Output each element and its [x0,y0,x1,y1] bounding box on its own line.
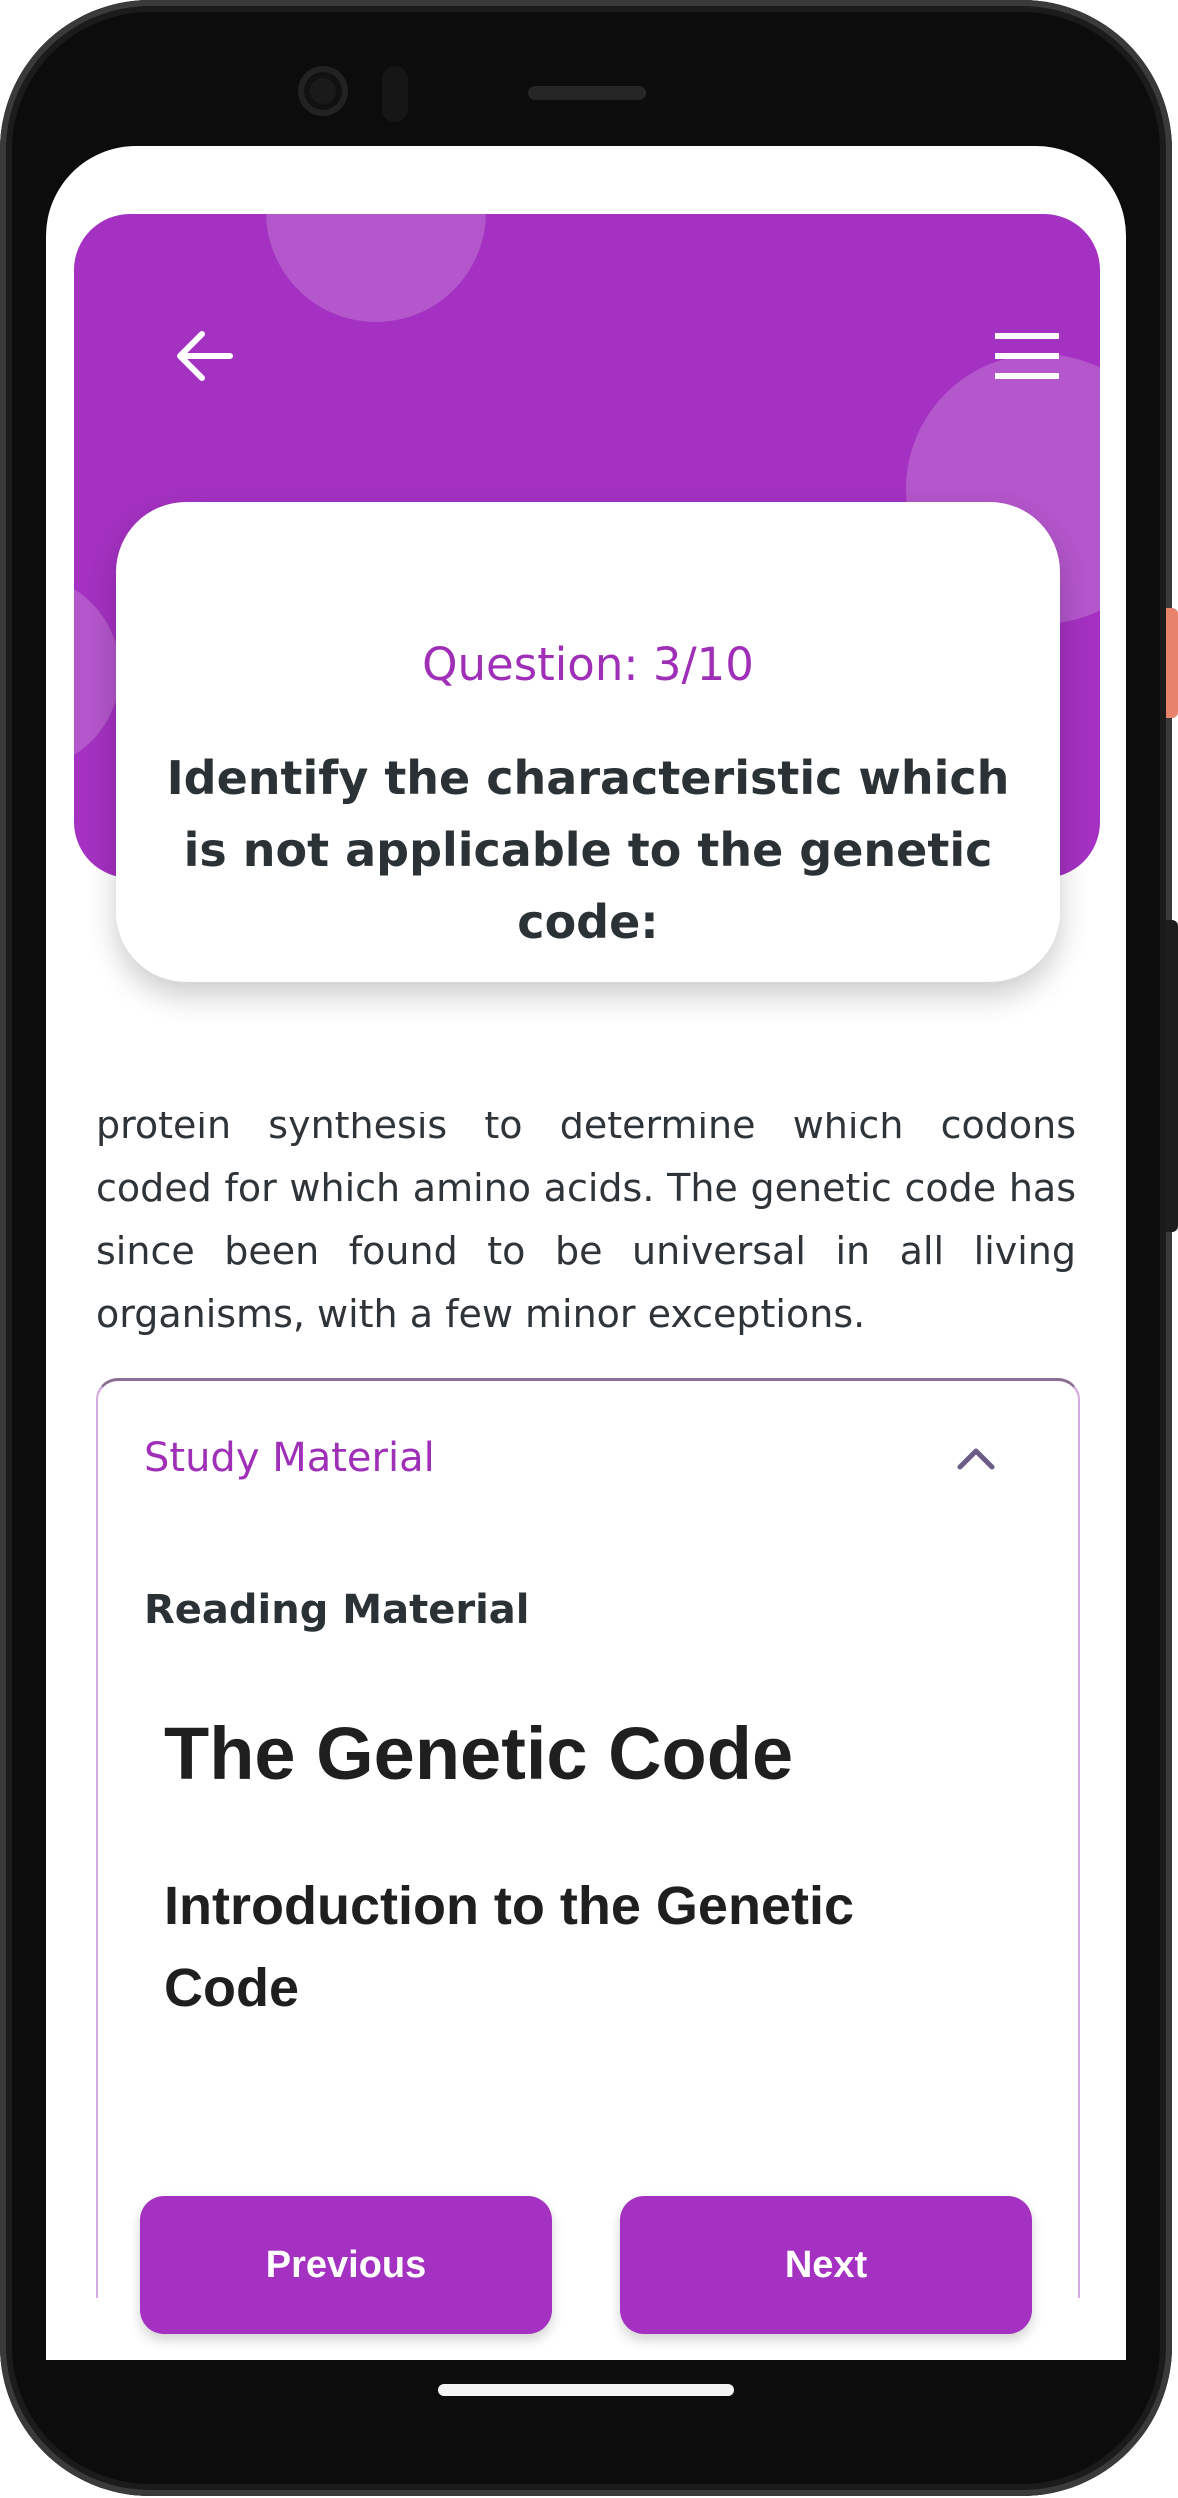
back-button[interactable] [164,316,244,396]
question-text: Identify the characteristic which is not… [166,751,1010,949]
study-material-toggle[interactable]: Study Material [98,1381,1078,1541]
study-material-title: Study Material [144,1435,435,1481]
earpiece-speaker [528,86,646,100]
decorative-circle [266,214,486,322]
question-counter: Question: 3/10 [422,638,754,691]
proximity-sensor [382,66,408,122]
front-camera [298,66,348,116]
explanation-paragraph: protein synthesis to determine which cod… [96,1112,1076,1336]
chevron-up-icon [957,1448,995,1470]
study-material-panel: Study Material Reading Material The Gene… [96,1378,1080,2298]
next-button[interactable]: Next [620,2196,1032,2334]
page: Question: 3/10 Identify the characterist… [0,0,1178,2498]
reading-material-label: Reading Material [144,1587,530,1633]
content-scroll-area[interactable]: protein synthesis to determine which cod… [46,1112,1126,2298]
document-title: The Genetic Code [164,1712,794,1795]
hamburger-menu-icon [995,333,1059,379]
previous-button[interactable]: Previous [140,2196,552,2334]
arrow-left-icon [177,331,233,381]
document-subtitle: Introduction to the Genetic Code [164,1876,854,2018]
menu-button[interactable] [986,316,1068,396]
home-indicator[interactable] [438,2384,734,2396]
volume-button [1166,920,1178,1232]
power-button [1166,608,1178,718]
question-card: Question: 3/10 Identify the characterist… [116,502,1060,982]
app-screen: Question: 3/10 Identify the characterist… [46,146,1126,2360]
decorative-circle [74,574,120,770]
